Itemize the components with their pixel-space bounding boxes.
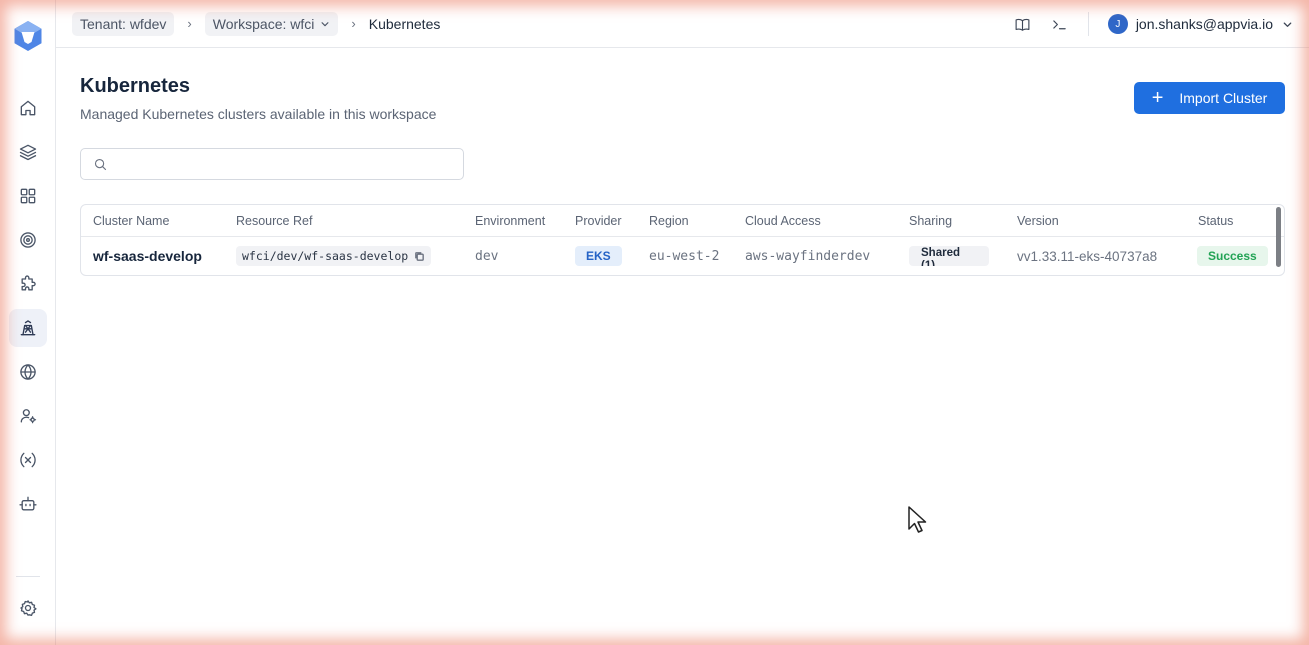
column-cloud-access[interactable]: Cloud Access [745,214,821,228]
settings-icon [20,600,37,616]
docs-button[interactable] [1013,14,1033,34]
cell-sharing: Shared (1) [909,237,989,275]
cell-region: eu-west-2 [649,248,720,264]
target-icon [20,232,36,248]
provider-badge: EKS [575,246,622,266]
cell-version: vv1.33.11-eks-40737a8 [1017,248,1158,264]
book-icon [1015,18,1030,31]
chevron-down-icon [1283,21,1292,27]
chevron-right-icon: › [351,16,356,31]
nav-networking[interactable] [9,353,47,391]
nav-plugins[interactable] [9,265,47,303]
column-sharing[interactable]: Sharing [909,214,952,228]
topbar-actions: J jon.shanks@appvia.io [996,0,1293,48]
nav-layers[interactable] [9,133,47,171]
breadcrumb-workspace-label: Workspace: wfci [212,15,315,32]
nav-variables[interactable] [9,441,47,479]
search-box [80,148,464,180]
terminal-icon [1053,19,1067,29]
breadcrumb-current: Kubernetes [368,15,441,32]
grid-icon [20,188,36,204]
import-cluster-label: Import Cluster [1179,90,1268,106]
user-menu[interactable]: J jon.shanks@appvia.io [1107,14,1293,34]
nav-targets[interactable] [9,221,47,259]
column-version[interactable]: Version [1017,214,1059,228]
variable-icon [20,452,36,468]
cell-environment: dev [475,248,499,264]
cell-provider: EKS [575,237,622,275]
mouse-cursor-icon [908,506,927,533]
clusters-table: Cluster Name Resource Ref Environment Pr… [80,204,1285,276]
puzzle-icon [21,275,36,291]
plus-icon: + [1151,87,1164,109]
table-scrollbar[interactable] [1276,207,1281,267]
chevron-down-icon [321,21,329,26]
page-title: Kubernetes [80,75,191,97]
column-provider[interactable]: Provider [575,214,622,228]
cell-status: Success [1197,237,1268,275]
cluster-name-link[interactable]: wf-saas-develop [93,248,202,264]
cell-resource-ref: wfci/dev/wf-saas-develop [236,237,432,275]
nav-kubernetes[interactable] [9,309,47,347]
breadcrumb-tenant-label: Tenant: wfdev [80,15,167,32]
status-badge: Success [1197,246,1268,266]
nav-home[interactable] [9,89,47,127]
sidebar-divider [16,576,40,577]
user-settings-icon [20,409,37,424]
nav-apps[interactable] [9,177,47,215]
globe-icon [20,364,36,380]
table-row[interactable]: wf-saas-develop wfci/dev/wf-saas-develop… [81,237,1284,275]
topbar: Tenant: wfdev › Workspace: wfci › Kubern… [56,0,1309,48]
search-input[interactable] [108,149,463,179]
terminal-button[interactable] [1050,14,1070,34]
cell-cloud-access: aws-wayfinderdev [745,248,871,264]
import-cluster-button[interactable]: + Import Cluster [1134,82,1285,114]
column-cluster-name[interactable]: Cluster Name [93,214,169,228]
table-header: Cluster Name Resource Ref Environment Pr… [81,205,1284,237]
search-icon [94,158,107,170]
sidebar [0,0,56,645]
layers-icon [19,144,37,161]
column-status[interactable]: Status [1198,214,1233,228]
nav-access[interactable] [9,397,47,435]
nav-automation[interactable] [9,485,47,523]
bot-icon [19,496,37,511]
column-resource-ref[interactable]: Resource Ref [236,214,312,228]
cell-cluster-name: wf-saas-develop [93,237,202,275]
resource-ref-text: wfci/dev/wf-saas-develop [242,249,409,263]
sharing-badge[interactable]: Shared (1) [909,246,989,266]
kubernetes-icon [20,320,36,336]
breadcrumb-workspace[interactable]: Workspace: wfci [204,11,339,36]
topbar-divider [1087,12,1089,36]
avatar: J [1107,14,1128,34]
chevron-right-icon: › [187,16,192,31]
resource-ref-chip: wfci/dev/wf-saas-develop [236,246,432,266]
nav-settings[interactable] [9,589,47,627]
screen-glow-frame [0,0,1309,645]
logo[interactable] [12,20,44,52]
breadcrumb-tenant[interactable]: Tenant: wfdev [72,11,175,36]
column-region[interactable]: Region [649,214,689,228]
home-icon [20,100,36,116]
copy-icon[interactable] [414,251,425,262]
user-email: jon.shanks@appvia.io [1135,16,1273,32]
page-subtitle: Managed Kubernetes clusters available in… [80,106,437,122]
column-environment[interactable]: Environment [475,214,545,228]
